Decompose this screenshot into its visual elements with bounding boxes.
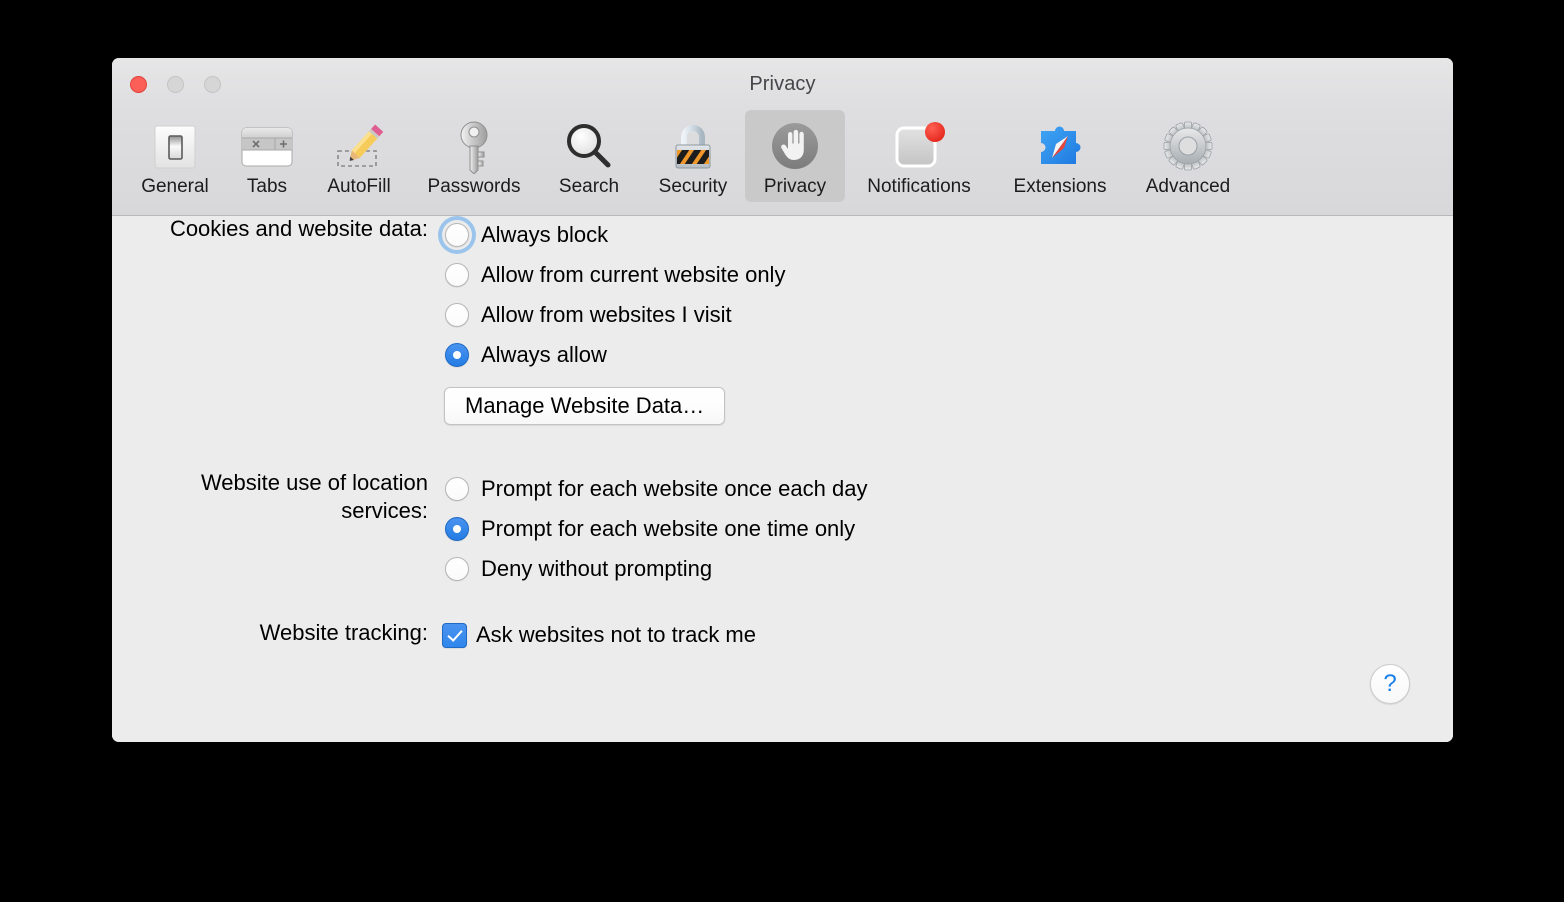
extensions-puzzle-icon	[1032, 116, 1088, 178]
website-tracking-label: Website tracking:	[259, 620, 428, 645]
autofill-pencil-icon	[331, 116, 387, 178]
toolbar-label-advanced: Advanced	[1145, 176, 1231, 197]
toolbar-item-tabs[interactable]: Tabs	[227, 110, 307, 202]
radio-option-prompt-once-each-day[interactable]: Prompt for each website once each day	[442, 469, 867, 509]
radio-label: Deny without prompting	[481, 556, 713, 581]
radio-indicator	[445, 303, 469, 327]
toolbar-item-security[interactable]: Security	[641, 110, 745, 202]
radio-option-deny-without-prompting[interactable]: Deny without prompting	[442, 549, 867, 589]
tracking-options: Ask websites not to track me	[442, 619, 756, 651]
cookies-section: Cookies and website data: Always block A…	[112, 215, 785, 425]
radio-label: Prompt for each website one time only	[481, 516, 856, 541]
radio-indicator	[445, 517, 469, 541]
privacy-hand-icon	[768, 116, 822, 178]
radio-label: Always allow	[481, 342, 607, 367]
toolbar-label-autofill: AutoFill	[327, 176, 391, 197]
toolbar-item-extensions[interactable]: Extensions	[993, 110, 1127, 202]
radio-option-always-allow[interactable]: Always allow	[442, 335, 785, 375]
passwords-key-icon	[452, 116, 496, 178]
radio-focus-ring	[442, 260, 472, 290]
radio-focus-ring	[442, 554, 472, 584]
radio-label: Allow from current website only	[481, 262, 786, 287]
advanced-gear-icon	[1161, 116, 1215, 178]
website-tracking-section: Website tracking: Ask websites not to tr…	[112, 619, 756, 651]
toolbar-label-extensions: Extensions	[1013, 176, 1107, 197]
radio-option-allow-websites-i-visit[interactable]: Allow from websites I visit	[442, 295, 785, 335]
toolbar-item-notifications[interactable]: Notifications	[845, 110, 993, 202]
radio-label: Prompt for each website once each day	[481, 476, 868, 501]
notifications-badge-icon	[891, 116, 947, 178]
location-options: Prompt for each website once each day Pr…	[442, 469, 867, 589]
toolbar-label-notifications: Notifications	[867, 176, 971, 197]
toolbar-label-general: General	[141, 176, 209, 197]
toolbar-item-passwords[interactable]: Passwords	[411, 110, 537, 202]
privacy-settings-pane: Cookies and website data: Always block A…	[112, 216, 1453, 742]
search-magnifier-icon	[563, 116, 615, 178]
radio-label: Always block	[481, 222, 609, 247]
window-titlebar: Privacy	[112, 58, 1453, 110]
radio-indicator	[445, 343, 469, 367]
checkbox-wrap	[442, 622, 467, 648]
cookies-options: Always block Allow from current website …	[442, 215, 785, 425]
manage-website-data-button[interactable]: Manage Website Data…	[444, 387, 726, 425]
radio-focus-ring	[442, 300, 472, 330]
checkbox-label: Ask websites not to track me	[476, 622, 756, 647]
location-services-label: Website use of location services:	[200, 470, 428, 523]
toolbar-label-security: Security	[658, 176, 728, 197]
toolbar-label-privacy: Privacy	[763, 176, 827, 197]
toolbar-item-autofill[interactable]: AutoFill	[307, 110, 411, 202]
security-padlock-icon	[669, 116, 717, 178]
preferences-toolbar: General Tabs AutoFill Passwords Search S…	[112, 110, 1453, 216]
tabs-window-icon	[239, 116, 295, 178]
radio-indicator	[445, 223, 469, 247]
radio-focus-ring	[442, 340, 472, 370]
radio-indicator	[445, 557, 469, 581]
radio-indicator	[445, 263, 469, 287]
toolbar-item-privacy[interactable]: Privacy	[745, 110, 845, 202]
checkbox-option-do-not-track[interactable]: Ask websites not to track me	[442, 619, 756, 651]
question-mark-icon: ?	[1383, 670, 1397, 697]
radio-option-allow-current-website-only[interactable]: Allow from current website only	[442, 255, 785, 295]
help-button[interactable]: ?	[1370, 664, 1410, 704]
preferences-window: Privacy General Tabs AutoFill Passwords …	[112, 58, 1453, 742]
general-switch-icon	[149, 116, 201, 178]
radio-option-prompt-one-time-only[interactable]: Prompt for each website one time only	[442, 509, 867, 549]
checkbox-indicator	[442, 622, 467, 648]
window-title: Privacy	[749, 73, 816, 95]
radio-focus-ring	[442, 514, 472, 544]
toolbar-item-general[interactable]: General	[123, 110, 227, 202]
radio-indicator	[445, 477, 469, 501]
radio-focus-ring	[442, 220, 472, 250]
toolbar-label-tabs: Tabs	[246, 176, 288, 197]
toolbar-item-advanced[interactable]: Advanced	[1127, 110, 1249, 202]
location-services-section: Website use of location services: Prompt…	[112, 469, 867, 589]
radio-label: Allow from websites I visit	[481, 302, 732, 327]
radio-focus-ring	[442, 474, 472, 504]
toolbar-label-search: Search	[558, 176, 620, 197]
cookies-label: Cookies and website data:	[169, 216, 428, 241]
radio-option-always-block[interactable]: Always block	[442, 215, 785, 255]
toolbar-item-search[interactable]: Search	[537, 110, 641, 202]
toolbar-label-passwords: Passwords	[427, 176, 521, 197]
